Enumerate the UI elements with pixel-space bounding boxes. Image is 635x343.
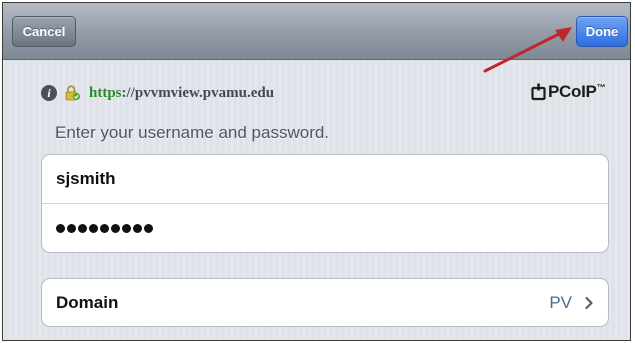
info-icon[interactable]: i <box>41 85 57 101</box>
pcoip-brand-text: PCoIP™ <box>548 82 606 101</box>
url-host: ://pvvmview.pvamu.edu <box>121 84 275 101</box>
pcoip-logo: PCoIP™ <box>531 80 606 104</box>
password-dot <box>122 224 131 233</box>
cancel-button[interactable]: Cancel <box>12 16 76 47</box>
credentials-group: sjsmith <box>41 154 609 253</box>
password-dot <box>67 224 76 233</box>
domain-label: Domain <box>56 292 119 312</box>
domain-row[interactable]: Domain PV <box>41 278 609 327</box>
password-mask <box>56 224 155 233</box>
domain-value: PV <box>549 292 572 312</box>
server-url: https://pvvmview.pvamu.edu <box>89 85 274 102</box>
password-dot <box>100 224 109 233</box>
username-field[interactable]: sjsmith <box>42 155 608 204</box>
lock-icon <box>65 85 81 101</box>
url-scheme: https <box>89 84 122 101</box>
pcoip-logo-icon <box>531 83 546 101</box>
username-value: sjsmith <box>56 169 116 188</box>
server-url-row: i https://pvvmview.pvamu.edu <box>41 83 274 103</box>
password-dot <box>78 224 87 233</box>
login-prompt: Enter your username and password. <box>55 123 330 142</box>
password-dot <box>144 224 153 233</box>
chevron-right-icon <box>585 296 593 310</box>
password-dot <box>89 224 98 233</box>
password-dot <box>111 224 120 233</box>
password-dot <box>133 224 142 233</box>
content-area: i https://pvvmview.pvamu.edu PCoIP™ Ente… <box>3 60 630 340</box>
red-arrow-icon <box>483 27 572 73</box>
password-field[interactable] <box>42 204 608 253</box>
password-dot <box>56 224 65 233</box>
login-screen: Cancel Done i https://pvvmview.pvamu.edu… <box>2 2 631 341</box>
done-button[interactable]: Done <box>576 16 628 47</box>
